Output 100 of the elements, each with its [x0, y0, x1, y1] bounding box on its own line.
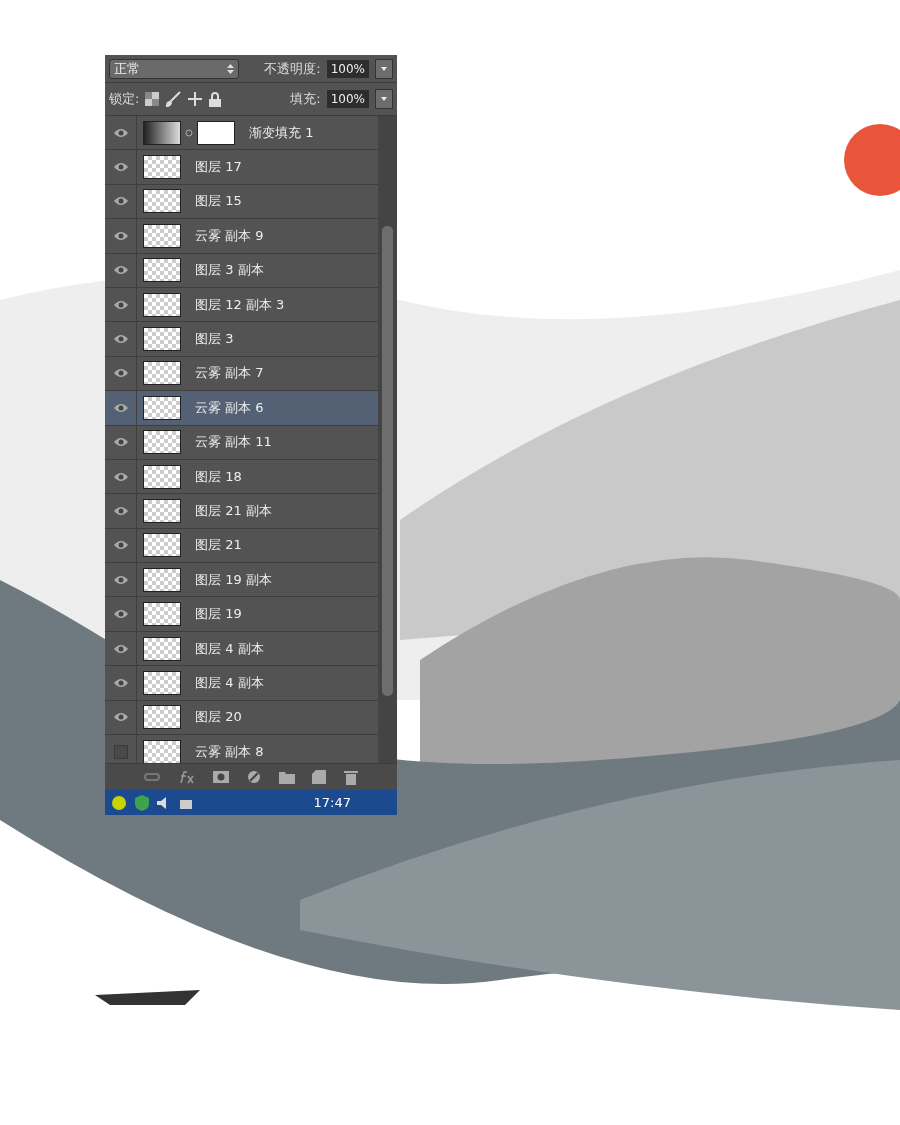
layer-row[interactable]: 云雾 副本 9: [105, 219, 378, 254]
caret-icon: [381, 66, 387, 71]
layer-thumbnail: [143, 258, 181, 283]
eye-icon[interactable]: [112, 574, 129, 585]
eye-icon[interactable]: [112, 506, 129, 516]
layer-name: 图层 19: [195, 605, 242, 624]
layer-row[interactable]: 图层 19 副本: [105, 563, 378, 598]
eye-icon[interactable]: [112, 127, 129, 138]
eye-icon[interactable]: [112, 609, 129, 620]
layer-name: 图层 15: [195, 192, 242, 211]
opacity-label: 不透明度:: [264, 59, 321, 78]
opacity-dropdown-button[interactable]: [375, 58, 393, 79]
layer-row[interactable]: 图层 20: [105, 700, 378, 736]
eye-icon[interactable]: [112, 196, 129, 207]
layer-name: 图层 18: [195, 467, 242, 486]
layer-name: 图层 17: [195, 158, 242, 177]
checker-icon[interactable]: [145, 92, 160, 106]
layer-thumbnail: [143, 739, 181, 763]
layer-name: 云雾 副本 8: [195, 742, 264, 761]
layer-thumbnail: [143, 567, 181, 592]
adjustment-icon[interactable]: [246, 770, 261, 784]
layer-thumbnail: [143, 499, 181, 523]
layer-thumbnail: [143, 533, 181, 558]
fill-field[interactable]: 100%: [326, 90, 369, 108]
layer-name: 图层 3 副本: [195, 261, 264, 280]
layer-row[interactable]: 云雾 副本 6: [105, 391, 378, 426]
layer-thumbnail: [143, 602, 181, 627]
layer-thumbnail: [143, 292, 181, 317]
layer-thumbnail: [143, 395, 181, 420]
eye-icon[interactable]: [112, 265, 129, 276]
layer-thumbnail: [143, 327, 181, 352]
eye-icon[interactable]: [112, 230, 129, 241]
layer-name: 图层 20: [195, 708, 242, 727]
eye-icon[interactable]: [112, 162, 129, 173]
layer-thumbnail: [143, 155, 181, 180]
new-layer-icon[interactable]: [312, 770, 327, 784]
layer-row[interactable]: 图层 19: [105, 597, 378, 632]
eye-icon[interactable]: [112, 540, 129, 551]
trash-icon[interactable]: [344, 769, 359, 785]
layer-name: 图层 21 副本: [195, 502, 272, 520]
layer-name: 图层 21: [195, 536, 242, 555]
eye-icon[interactable]: [112, 643, 129, 654]
layer-row[interactable]: 图层 15: [105, 184, 378, 220]
eye-icon[interactable]: [112, 334, 129, 345]
layer-row[interactable]: 图层 21: [105, 528, 378, 564]
layer-row[interactable]: 云雾 副本 11: [105, 425, 378, 460]
clock-time: 17:47: [313, 795, 351, 810]
eye-icon[interactable]: [112, 299, 129, 310]
move-icon[interactable]: [187, 91, 204, 107]
circle-icon[interactable]: [111, 794, 127, 811]
folder-icon[interactable]: [278, 770, 295, 784]
fx-icon[interactable]: [177, 770, 196, 784]
layer-row[interactable]: 图层 18: [105, 459, 378, 495]
eye-icon[interactable]: [112, 368, 129, 379]
eye-icon[interactable]: [112, 402, 129, 413]
layer-row[interactable]: 渐变填充 1: [105, 116, 378, 151]
layer-name: 图层 12 副本 3: [195, 295, 285, 314]
mask-icon[interactable]: [213, 771, 230, 783]
brush-icon[interactable]: [165, 91, 182, 107]
caret-icon: [381, 97, 387, 101]
layer-row[interactable]: 图层 4 副本: [105, 631, 378, 667]
visibility-toggle[interactable]: [113, 744, 128, 759]
lock-icon[interactable]: [209, 91, 222, 107]
layer-name: 云雾 副本 11: [195, 433, 272, 452]
mask-thumbnail: [197, 120, 235, 145]
layer-thumbnail: [143, 464, 181, 489]
lock-label: 锁定:: [109, 90, 140, 108]
layer-row[interactable]: 图层 17: [105, 150, 378, 185]
layer-row[interactable]: 图层 21 副本: [105, 494, 378, 529]
layer-name: 云雾 副本 9: [195, 226, 264, 245]
link-icon: [185, 127, 193, 138]
gradient-thumbnail: [143, 120, 181, 145]
layer-thumbnail: [143, 636, 181, 661]
scrollbar[interactable]: [378, 116, 397, 763]
opacity-field[interactable]: 100%: [326, 59, 369, 78]
eye-icon[interactable]: [112, 471, 129, 482]
updown-icon: [227, 63, 234, 74]
eye-icon[interactable]: [112, 437, 129, 448]
fill-dropdown-button[interactable]: [375, 89, 393, 109]
layer-name: 图层 4 副本: [195, 639, 264, 658]
blend-mode-dropdown[interactable]: 正常: [109, 58, 239, 79]
eye-icon[interactable]: [112, 677, 129, 688]
layer-thumbnail: [143, 223, 181, 248]
shield-icon[interactable]: [135, 794, 149, 811]
layer-thumbnail: [143, 705, 181, 730]
layer-name: 云雾 副本 6: [195, 398, 264, 417]
layer-thumbnail: [143, 430, 181, 455]
layer-thumbnail: [143, 670, 181, 695]
layer-name: 云雾 副本 7: [195, 364, 264, 383]
layer-row[interactable]: 图层 4 副本: [105, 666, 378, 701]
eye-icon[interactable]: [112, 712, 129, 723]
layer-row[interactable]: 图层 12 副本 3: [105, 287, 378, 323]
fill-label: 填充:: [290, 90, 321, 108]
layer-thumbnail: [143, 189, 181, 214]
layer-name: 图层 4 副本: [195, 673, 264, 692]
layer-row[interactable]: 图层 3 副本: [105, 253, 378, 288]
layer-name: 渐变填充 1: [249, 123, 314, 142]
layer-name: 图层 3: [195, 330, 234, 349]
layer-row[interactable]: 图层 3: [105, 322, 378, 357]
layer-name: 图层 19 副本: [195, 570, 272, 589]
